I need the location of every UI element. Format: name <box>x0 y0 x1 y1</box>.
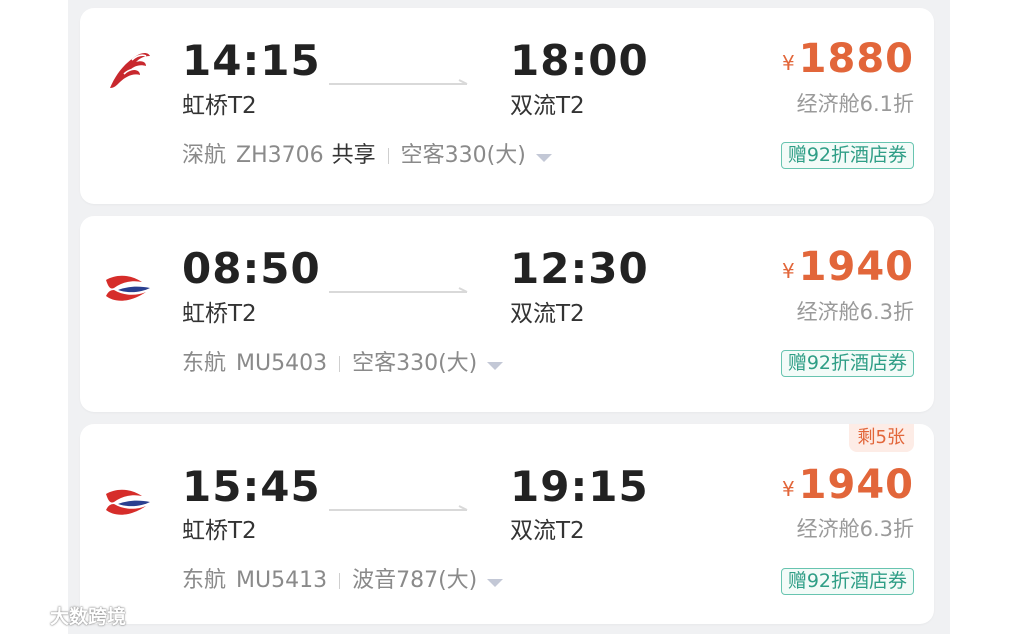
departure-airport: 虹桥T2 <box>182 93 257 119</box>
arrival-airport: 双流T2 <box>510 301 585 327</box>
flight-arrow-icon <box>329 78 469 88</box>
flight-meta[interactable]: 深航 ZH3706 共享 空客330(大) <box>182 145 552 167</box>
meta-divider <box>339 573 341 589</box>
chevron-down-icon[interactable] <box>487 578 504 587</box>
flight-meta[interactable]: 东航 MU5413 波音787(大) <box>182 568 504 593</box>
flight-card[interactable]: 08:50 虹桥T2 12:30 双流T2 东航 MU5403 空客330(大)… <box>80 216 934 412</box>
currency-symbol: ¥ <box>781 477 795 501</box>
flight-number: MU5413 <box>236 568 328 593</box>
watermark-logo-icon <box>8 606 46 624</box>
airline-name: 深航 <box>182 143 227 168</box>
cabin-discount: 经济舱6.3折 <box>796 517 914 541</box>
departure-time: 08:50 <box>182 244 321 293</box>
currency-symbol: ¥ <box>781 51 795 75</box>
hotel-coupon-badge[interactable]: 赠92折酒店券 <box>780 142 914 169</box>
seats-remaining-badge: 剩5张 <box>848 424 914 452</box>
chevron-down-icon[interactable] <box>535 153 552 162</box>
flight-card[interactable]: 剩5张 15:45 虹桥T2 19:15 双流T2 东航 MU5413 波音78… <box>80 424 934 624</box>
flight-number: MU5403 <box>236 351 328 376</box>
cabin-discount: 经济舱6.3折 <box>796 300 914 324</box>
codeshare-label: 共享 <box>331 143 376 168</box>
aircraft-type: 空客330(大) <box>400 143 526 168</box>
price: ¥1940 <box>782 465 914 505</box>
arrival-time: 12:30 <box>510 244 649 293</box>
meta-divider <box>339 356 341 372</box>
cabin-discount: 经济舱6.1折 <box>796 92 914 116</box>
price-amount: 1880 <box>798 36 914 82</box>
airline-name: 东航 <box>182 568 227 593</box>
hotel-coupon-badge[interactable]: 赠92折酒店券 <box>780 350 914 377</box>
departure-time: 14:15 <box>182 36 321 85</box>
flight-number: ZH3706 <box>236 143 324 168</box>
departure-airport: 虹桥T2 <box>182 301 257 327</box>
aircraft-type: 波音787(大) <box>352 568 478 593</box>
departure-airport: 虹桥T2 <box>182 518 257 544</box>
price-amount: 1940 <box>798 244 914 290</box>
flight-meta[interactable]: 东航 MU5403 空客330(大) <box>182 351 504 376</box>
hotel-coupon-badge[interactable]: 赠92折酒店券 <box>780 568 914 595</box>
flight-card[interactable]: 14:15 虹桥T2 18:00 双流T2 深航 ZH3706 共享 空客330… <box>80 8 934 204</box>
flight-arrow-icon <box>329 504 469 514</box>
watermark: 大数跨境 <box>8 602 126 629</box>
shenzhen-airlines-logo-icon <box>102 44 154 96</box>
arrival-time: 18:00 <box>510 36 649 85</box>
arrival-time: 19:15 <box>510 462 649 511</box>
aircraft-type: 空客330(大) <box>352 351 478 376</box>
price: ¥1940 <box>782 247 914 287</box>
flight-arrow-icon <box>329 286 469 296</box>
china-eastern-logo-icon <box>102 474 154 526</box>
watermark-text: 大数跨境 <box>50 606 127 628</box>
arrival-airport: 双流T2 <box>510 518 585 544</box>
arrival-airport: 双流T2 <box>510 93 585 119</box>
price-amount: 1940 <box>798 462 914 508</box>
currency-symbol: ¥ <box>781 259 795 283</box>
meta-divider <box>387 148 389 164</box>
departure-time: 15:45 <box>182 462 321 511</box>
airline-name: 东航 <box>182 351 227 376</box>
price: ¥1880 <box>782 39 914 79</box>
chevron-down-icon[interactable] <box>487 361 504 370</box>
china-eastern-logo-icon <box>102 260 154 312</box>
